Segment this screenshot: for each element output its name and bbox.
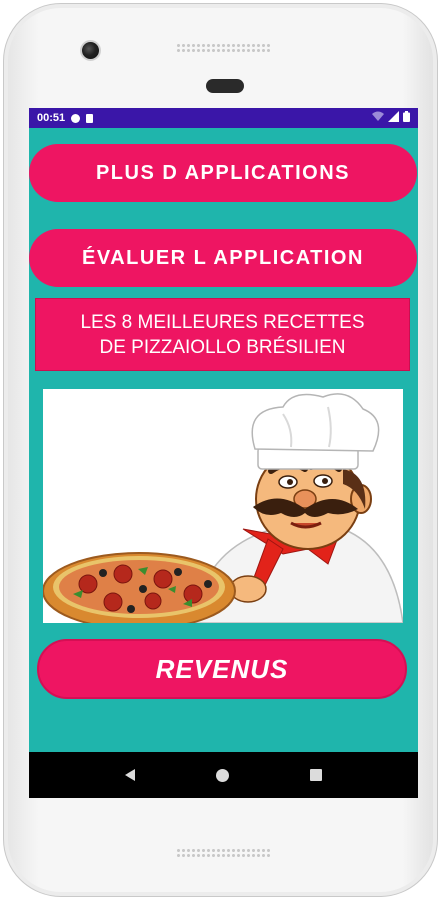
chef-illustration-svg <box>43 393 403 623</box>
more-apps-button[interactable]: PLUS D APPLICATIONS <box>29 144 417 202</box>
title-line-1: LES 8 MEILLEURES RECETTES <box>80 311 365 333</box>
navigation-bar <box>29 752 418 798</box>
status-time: 00:51 <box>37 112 66 124</box>
storage-icon <box>86 113 94 123</box>
status-bar: 00:51 <box>29 108 418 128</box>
revenus-button[interactable]: REVENUS <box>37 639 407 699</box>
earpiece <box>206 79 244 93</box>
app-screen: 00:51 PLUS D APPLICATIONS ÉVALUER L APPL… <box>29 108 418 798</box>
top-speaker-grille <box>176 43 272 53</box>
rate-app-button[interactable]: ÉVALUER L APPLICATION <box>29 229 417 287</box>
phone-frame: 00:51 PLUS D APPLICATIONS ÉVALUER L APPL… <box>3 3 438 897</box>
back-icon[interactable] <box>124 769 135 781</box>
chef-pizza-illustration <box>43 389 403 623</box>
notification-icon <box>71 113 81 123</box>
bottom-speaker-grille <box>176 848 272 858</box>
home-icon[interactable] <box>215 768 229 782</box>
battery-icon <box>403 111 410 122</box>
title-line-2: DE PIZZAIOLLO BRÉSILIEN <box>99 336 346 358</box>
signal-icon <box>388 111 399 122</box>
recents-icon[interactable] <box>310 769 323 781</box>
page-title: LES 8 MEILLEURES RECETTES DE PIZZAIOLLO … <box>35 298 410 371</box>
status-indicators <box>372 111 410 122</box>
wifi-icon <box>372 111 384 121</box>
front-camera <box>80 40 101 61</box>
